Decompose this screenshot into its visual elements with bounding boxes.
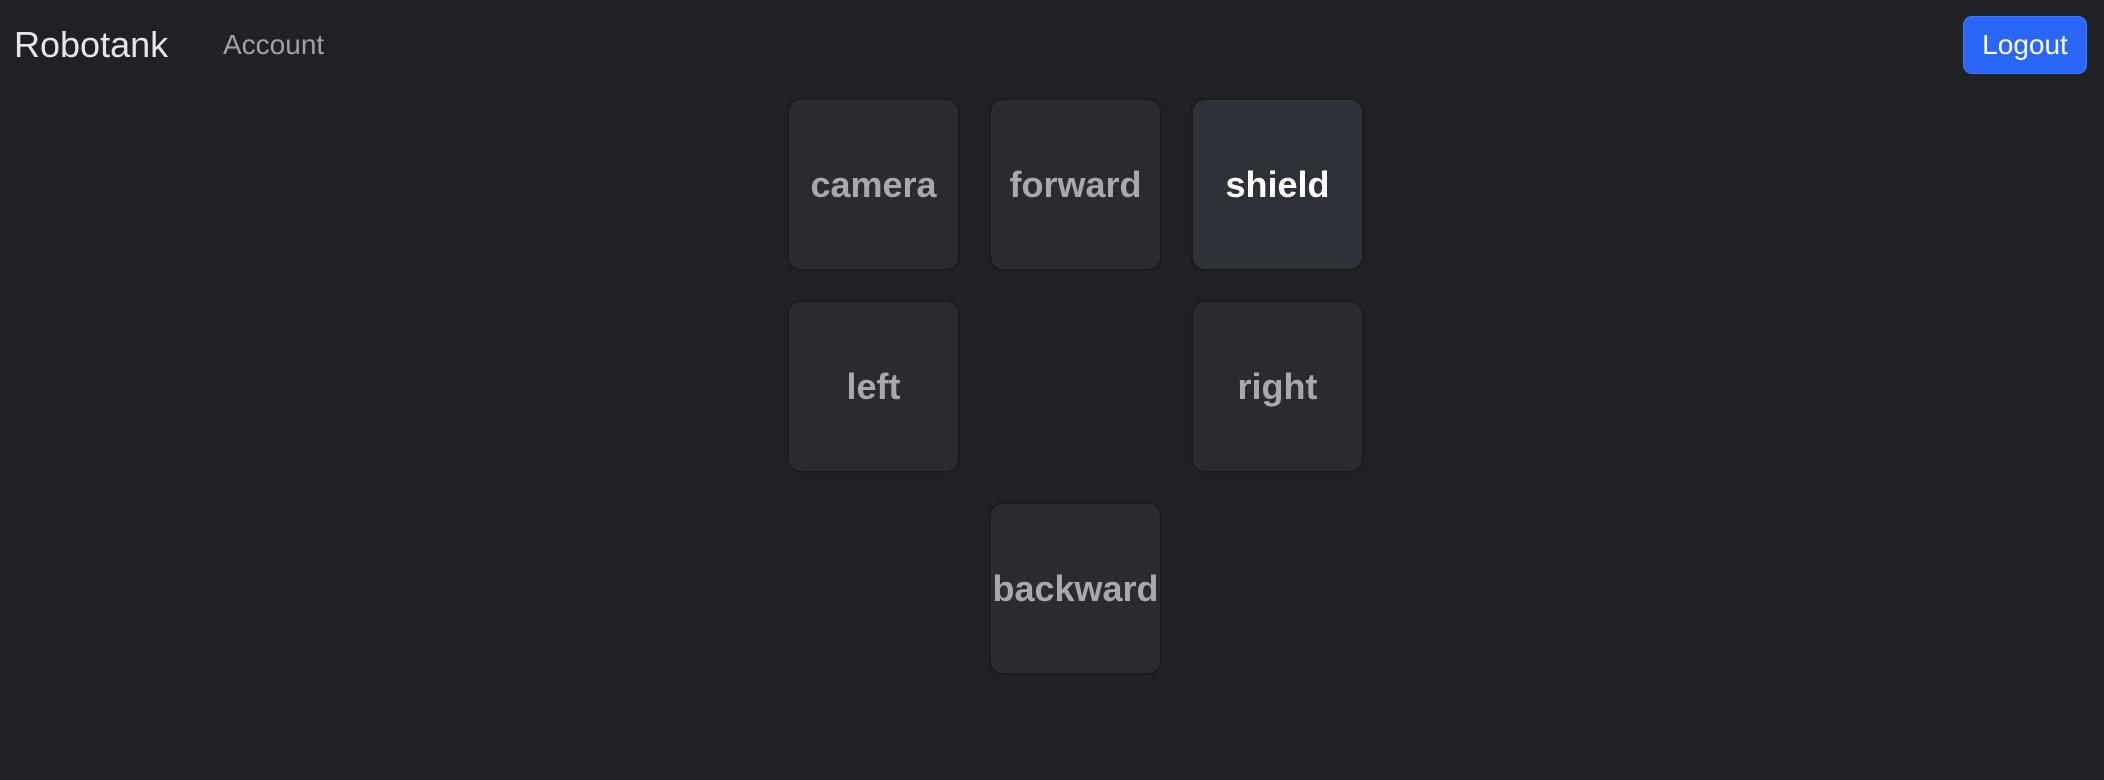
camera-button[interactable]: camera	[787, 98, 960, 271]
logout-button[interactable]: Logout	[1963, 16, 2087, 74]
control-pad: camera forward shield left right backwar…	[787, 98, 1364, 676]
brand-link[interactable]: Robotank	[14, 22, 168, 68]
nav-link-account[interactable]: Account	[223, 27, 324, 63]
shield-button[interactable]: shield	[1191, 98, 1364, 271]
backward-button[interactable]: backward	[989, 502, 1162, 675]
right-button[interactable]: right	[1191, 300, 1364, 473]
forward-button[interactable]: forward	[989, 98, 1162, 271]
navbar: Robotank Account Logout	[0, 0, 2104, 92]
left-button[interactable]: left	[787, 300, 960, 473]
